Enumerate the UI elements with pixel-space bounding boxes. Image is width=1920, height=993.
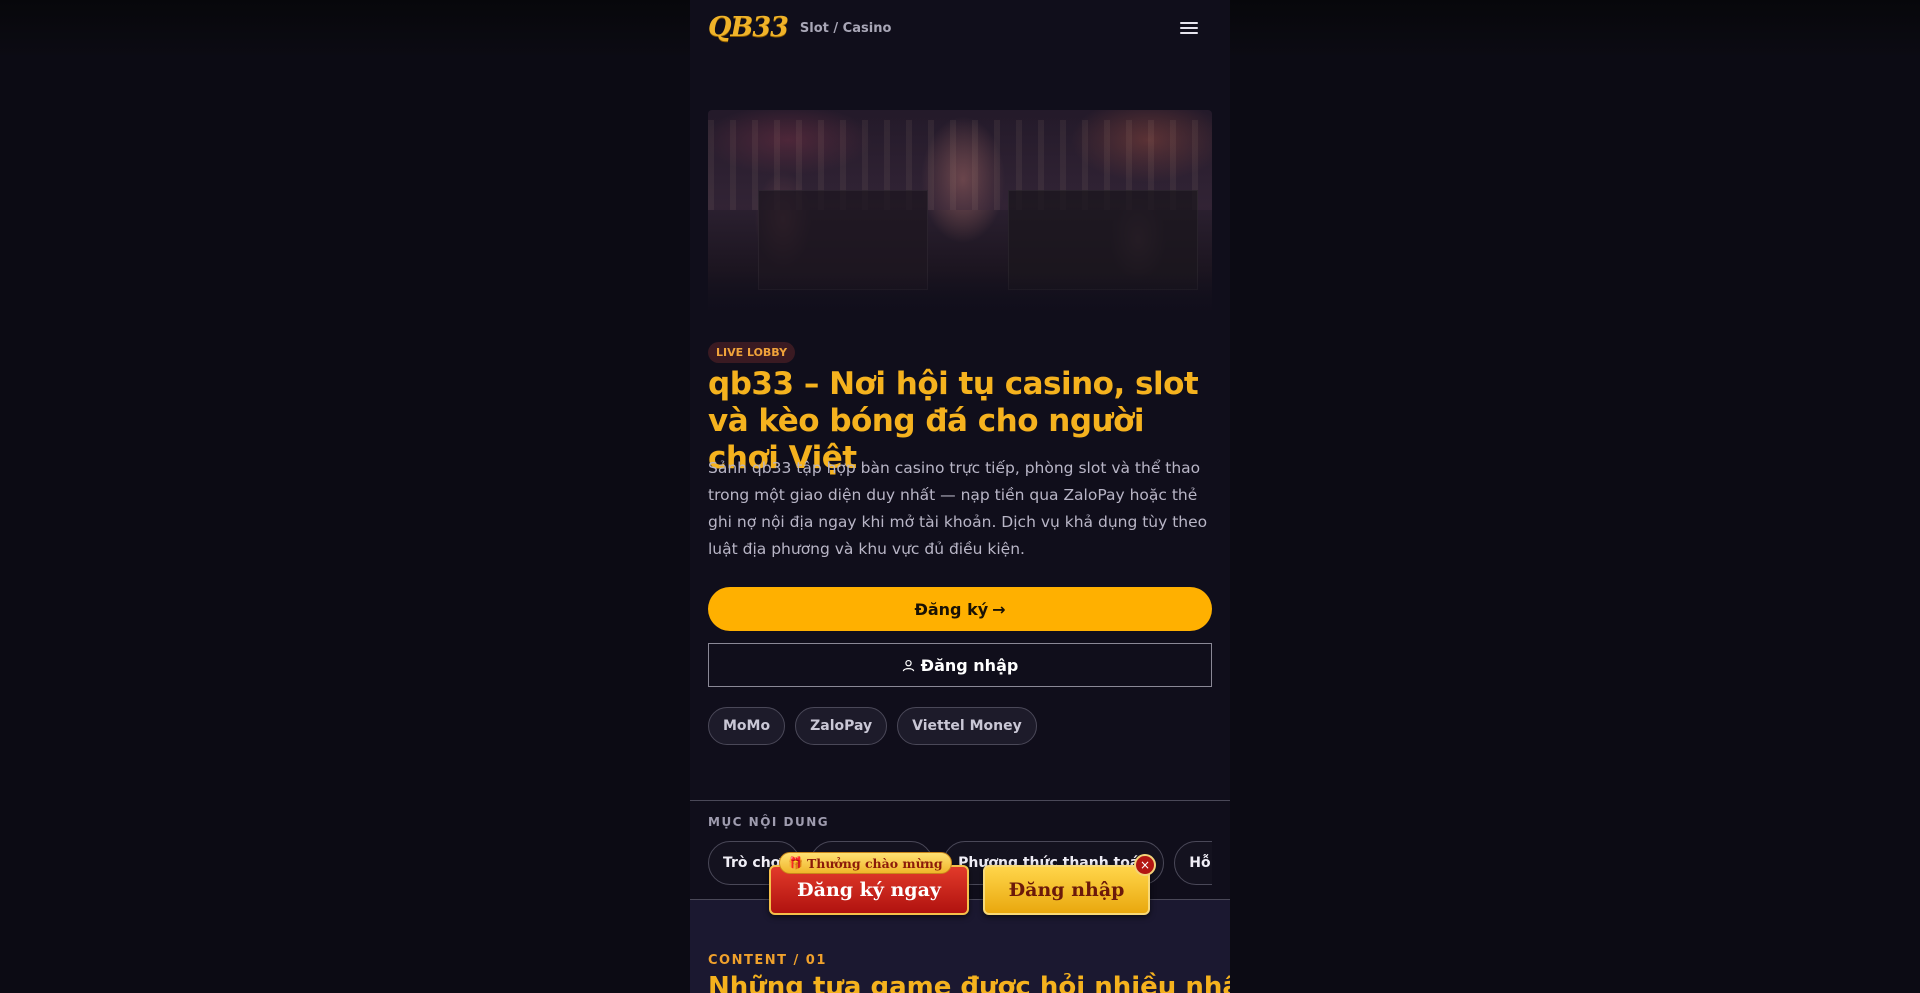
welcome-bonus-tag: 🎁 Thưởng chào mừng bbox=[779, 852, 952, 874]
main-column: LIVE LOBBY qb33 – Nơi hội tụ casino, slo… bbox=[690, 0, 1230, 993]
close-icon[interactable]: × bbox=[1134, 854, 1156, 876]
user-icon bbox=[902, 659, 914, 671]
floating-promo: Đăng ký ngay 🎁 Thưởng chào mừng Đăng nhậ… bbox=[769, 852, 1156, 918]
payment-chip-viettel[interactable]: Viettel Money bbox=[897, 707, 1037, 745]
promo-login-button[interactable]: Đăng nhập bbox=[983, 865, 1150, 915]
divider bbox=[690, 800, 1230, 801]
hero-image bbox=[708, 110, 1212, 322]
hero-fade bbox=[708, 272, 1212, 322]
payment-chip-momo[interactable]: MoMo bbox=[708, 707, 786, 745]
register-label: Đăng ký bbox=[914, 599, 989, 619]
gift-icon: 🎁 bbox=[788, 856, 803, 870]
login-label: Đăng nhập bbox=[920, 655, 1019, 675]
hamburger-icon[interactable] bbox=[1178, 19, 1200, 37]
header: QB33 Slot / Casino bbox=[690, 0, 1230, 55]
logo[interactable]: QB33 bbox=[708, 12, 789, 43]
header-subtitle: Slot / Casino bbox=[799, 21, 892, 36]
hero-description: Sảnh qb33 tập hợp bàn casino trực tiếp, … bbox=[708, 459, 1208, 558]
content-title: Những tựa game được hỏi nhiều nhất tại bbox=[708, 972, 1230, 993]
register-button[interactable]: Đăng ký → bbox=[708, 587, 1212, 631]
live-lobby-badge: LIVE LOBBY bbox=[708, 342, 796, 363]
arrow-right-icon: → bbox=[992, 599, 1006, 619]
payment-chip-zalopay[interactable]: ZaloPay bbox=[795, 707, 888, 745]
payment-methods: MoMo ZaloPay Viettel Money bbox=[708, 707, 1037, 745]
toc-label: MỤC NỘI DUNG bbox=[708, 815, 830, 829]
toc-item-support[interactable]: Hỗ trợ bbox=[1174, 841, 1212, 885]
welcome-bonus-label: Thưởng chào mừng bbox=[806, 855, 943, 871]
login-button[interactable]: Đăng nhập bbox=[708, 643, 1212, 687]
content-label: CONTENT / 01 bbox=[708, 953, 827, 968]
